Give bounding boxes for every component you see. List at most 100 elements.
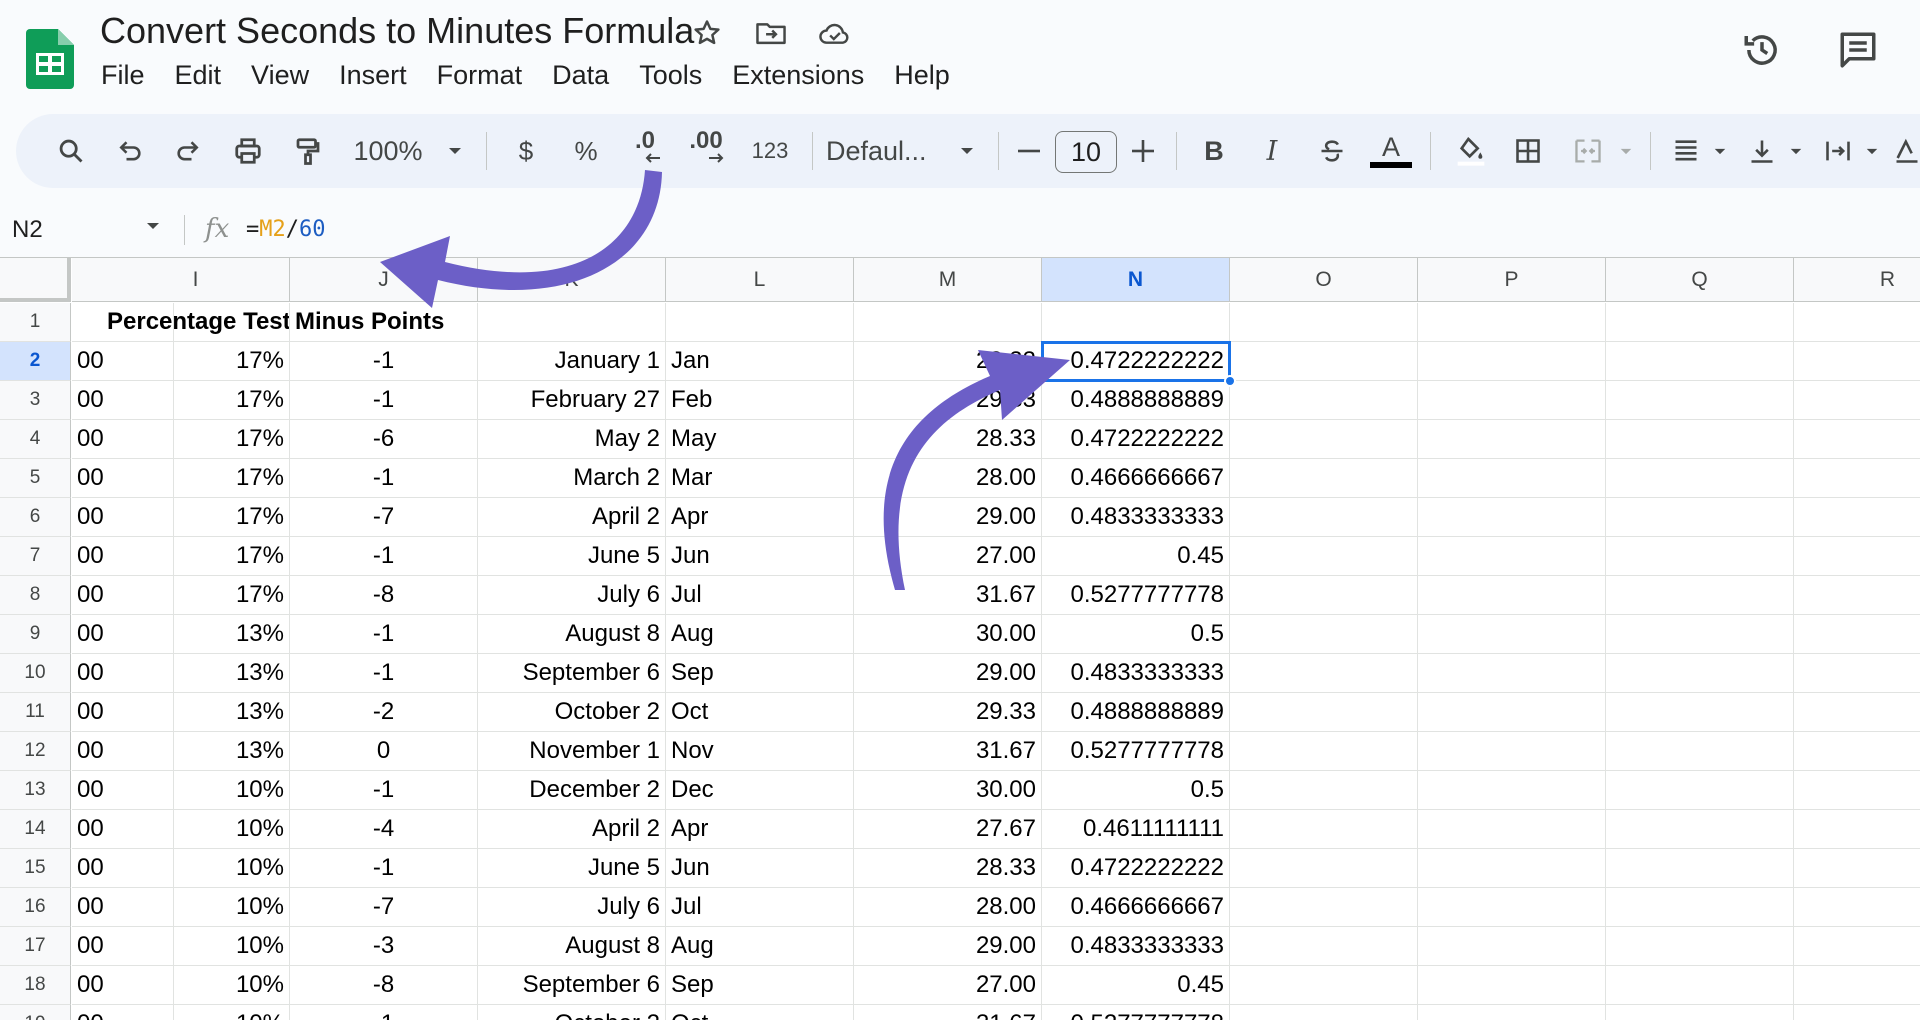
sheet-grid[interactable]: IJKLMNOPQR 1 Percentage Test 1Minus Points… <box>0 257 1920 1020</box>
cell-K7[interactable]: June 5 <box>478 537 666 576</box>
cell-J14[interactable]: -4 <box>290 810 478 849</box>
cell-empty[interactable] <box>1606 537 1794 576</box>
column-header-M[interactable]: M <box>854 258 1042 302</box>
cell-empty[interactable] <box>1230 771 1418 810</box>
row-header-1[interactable]: 1 <box>0 303 71 342</box>
merge-cells-icon[interactable] <box>1566 114 1610 188</box>
cell-empty[interactable] <box>1794 927 1920 966</box>
vertical-align-icon[interactable] <box>1740 114 1784 188</box>
cell-M11[interactable]: 29.33 <box>854 693 1042 732</box>
cell-N2[interactable]: 0.4722222222 <box>1042 342 1230 381</box>
row-header-3[interactable]: 3 <box>0 381 71 420</box>
cell-J16[interactable]: -7 <box>290 888 478 927</box>
cell-J12[interactable]: 0 <box>290 732 478 771</box>
cell-K6[interactable]: April 2 <box>478 498 666 537</box>
menu-tools[interactable]: Tools <box>639 60 717 91</box>
cell-empty[interactable] <box>1418 732 1606 771</box>
row-header-18[interactable]: 18 <box>0 966 71 1005</box>
cell-L7[interactable]: Jun <box>666 537 854 576</box>
cell-K17[interactable]: August 8 <box>478 927 666 966</box>
cell-M16[interactable]: 28.00 <box>854 888 1042 927</box>
cell-I15[interactable]: 10% <box>102 849 290 888</box>
increase-font-size-icon[interactable] <box>1125 114 1161 188</box>
menu-help[interactable]: Help <box>894 60 965 91</box>
cell-I17[interactable]: 10% <box>102 927 290 966</box>
cell-N10[interactable]: 0.4833333333 <box>1042 654 1230 693</box>
cell-L8[interactable]: Jul <box>666 576 854 615</box>
cell-J6[interactable]: -7 <box>290 498 478 537</box>
cell-empty[interactable] <box>1230 459 1418 498</box>
cell-empty[interactable] <box>1230 576 1418 615</box>
borders-icon[interactable] <box>1506 114 1550 188</box>
cell-J8[interactable]: -8 <box>290 576 478 615</box>
zoom-dropdown-icon[interactable] <box>440 114 470 188</box>
cell-empty[interactable] <box>1230 381 1418 420</box>
cell-L9[interactable]: Aug <box>666 615 854 654</box>
fill-color-icon[interactable] <box>1448 114 1494 188</box>
cell-I6[interactable]: 17% <box>102 498 290 537</box>
text-color-button[interactable]: A <box>1368 114 1414 188</box>
menu-edit[interactable]: Edit <box>175 60 237 91</box>
cell-I14[interactable]: 10% <box>102 810 290 849</box>
cell-empty[interactable] <box>1606 498 1794 537</box>
menu-extensions[interactable]: Extensions <box>732 60 879 91</box>
cell-K5[interactable]: March 2 <box>478 459 666 498</box>
name-box-dropdown-icon[interactable] <box>145 218 161 234</box>
cell-I7[interactable]: 17% <box>102 537 290 576</box>
cell-K16[interactable]: July 6 <box>478 888 666 927</box>
cell-L15[interactable]: Jun <box>666 849 854 888</box>
cell-I1[interactable]: Percentage Test 1 <box>102 303 290 342</box>
cell-empty[interactable] <box>1230 615 1418 654</box>
cell-M10[interactable]: 29.00 <box>854 654 1042 693</box>
menu-format[interactable]: Format <box>437 60 538 91</box>
cell-empty[interactable] <box>1606 420 1794 459</box>
cell-N1[interactable] <box>1042 303 1230 342</box>
cell-M1[interactable] <box>854 303 1042 342</box>
cell-K15[interactable]: June 5 <box>478 849 666 888</box>
row-header-16[interactable]: 16 <box>0 888 71 927</box>
cell-J13[interactable]: -1 <box>290 771 478 810</box>
cell-J19[interactable]: -1 <box>290 1005 478 1020</box>
cell-N16[interactable]: 0.4666666667 <box>1042 888 1230 927</box>
cell-empty[interactable] <box>1418 888 1606 927</box>
zoom-select[interactable]: 100% <box>347 114 429 188</box>
cell-empty[interactable] <box>1794 420 1920 459</box>
align-dropdown-icon[interactable] <box>1708 114 1732 188</box>
cell-empty[interactable] <box>1230 654 1418 693</box>
paint-format-icon[interactable] <box>286 114 330 188</box>
cell-J1[interactable]: Minus Points <box>290 303 478 342</box>
comments-icon[interactable] <box>1836 28 1880 72</box>
cell-empty[interactable] <box>1230 342 1418 381</box>
move-to-folder-icon[interactable] <box>754 16 788 50</box>
cell-empty[interactable] <box>1418 927 1606 966</box>
document-title[interactable]: Convert Seconds to Minutes Formula <box>100 10 694 52</box>
column-header-Q[interactable]: Q <box>1606 258 1794 302</box>
cell-N8[interactable]: 0.5277777778 <box>1042 576 1230 615</box>
cell-M4[interactable]: 28.33 <box>854 420 1042 459</box>
cell-L19[interactable]: Oct <box>666 1005 854 1020</box>
cell-empty[interactable] <box>1606 654 1794 693</box>
print-icon[interactable] <box>226 114 270 188</box>
cell-L2[interactable]: Jan <box>666 342 854 381</box>
row-header-14[interactable]: 14 <box>0 810 71 849</box>
decrease-font-size-icon[interactable] <box>1011 114 1047 188</box>
column-header-L[interactable]: L <box>666 258 854 302</box>
cell-M19[interactable]: 31.67 <box>854 1005 1042 1020</box>
cell-empty[interactable] <box>1418 693 1606 732</box>
cell-M14[interactable]: 27.67 <box>854 810 1042 849</box>
sheets-logo-icon[interactable] <box>26 29 74 89</box>
cell-empty[interactable] <box>1606 888 1794 927</box>
cell-K3[interactable]: February 27 <box>478 381 666 420</box>
search-menus-icon[interactable] <box>49 114 93 188</box>
cell-L13[interactable]: Dec <box>666 771 854 810</box>
text-rotation-icon[interactable] <box>1890 114 1920 188</box>
cell-empty[interactable] <box>1794 303 1920 342</box>
cell-M7[interactable]: 27.00 <box>854 537 1042 576</box>
cell-K4[interactable]: May 2 <box>478 420 666 459</box>
cell-empty[interactable] <box>1794 654 1920 693</box>
column-header-K[interactable]: K <box>478 258 666 302</box>
row-header-2[interactable]: 2 <box>0 342 71 381</box>
increase-decimal-button[interactable]: .00 <box>678 114 734 188</box>
cell-I8[interactable]: 17% <box>102 576 290 615</box>
cell-M8[interactable]: 31.67 <box>854 576 1042 615</box>
